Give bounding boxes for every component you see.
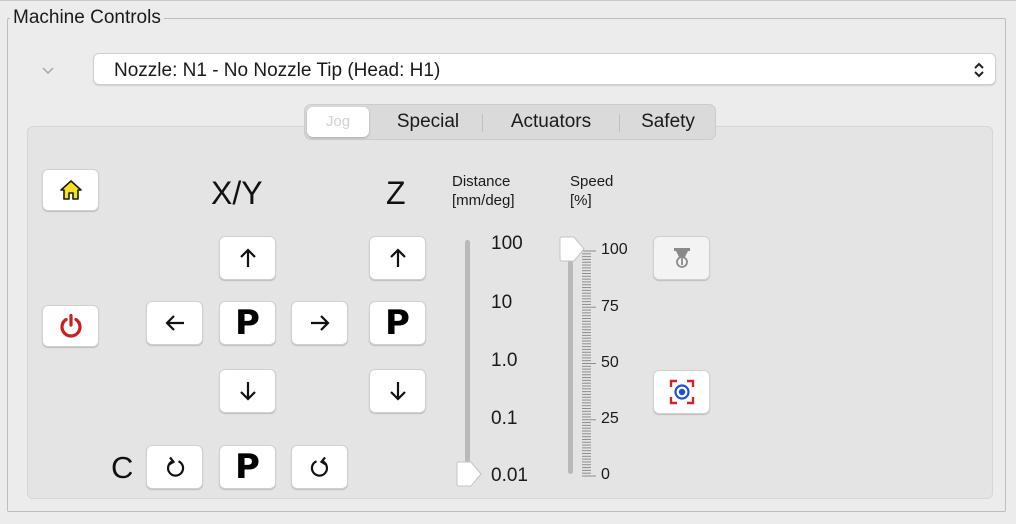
speed-tick-0: 0 xyxy=(601,466,610,483)
distance-label: Distance xyxy=(452,173,511,190)
distance-value-100: 100 xyxy=(491,233,523,254)
xy-label: X/Y xyxy=(211,175,263,211)
z-label: Z xyxy=(386,175,406,211)
select-arrows-icon xyxy=(973,60,985,80)
speed-slider-thumb[interactable] xyxy=(558,236,586,267)
group-title: Machine Controls xyxy=(13,7,161,28)
jog-y-plus-button[interactable] xyxy=(219,236,276,280)
chevron-down-icon[interactable] xyxy=(38,64,58,78)
distance-slider-track[interactable] xyxy=(465,240,470,474)
jog-x-minus-button[interactable] xyxy=(146,301,203,345)
power-icon xyxy=(58,313,84,339)
speed-ticks xyxy=(582,250,596,477)
home-button[interactable] xyxy=(42,169,99,211)
speed-label: Speed xyxy=(570,173,614,190)
camera-target-icon xyxy=(669,379,695,405)
jog-y-minus-button[interactable] xyxy=(219,369,276,413)
rotate-cw-icon xyxy=(309,456,331,478)
rotate-cw-button[interactable] xyxy=(291,445,348,489)
speed-unit: [%] xyxy=(570,192,592,209)
distance-slider-thumb[interactable] xyxy=(455,461,483,492)
speed-tick-75: 75 xyxy=(601,298,619,315)
park-c-button[interactable]: P xyxy=(219,445,276,489)
distance-value-0-01: 0.01 xyxy=(491,465,528,486)
tab-separator xyxy=(482,114,483,132)
speed-tick-100: 100 xyxy=(601,241,628,258)
rotate-ccw-button[interactable] xyxy=(146,445,203,489)
park-xy-button[interactable]: P xyxy=(219,301,276,345)
tab-jog[interactable]: Jog xyxy=(307,107,369,137)
tab-safety[interactable]: Safety xyxy=(623,105,713,139)
arrow-left-icon xyxy=(164,313,186,333)
power-button[interactable] xyxy=(42,305,99,347)
distance-value-0-1: 0.1 xyxy=(491,408,518,429)
arrow-down-icon xyxy=(388,380,408,402)
speed-tick-25: 25 xyxy=(601,410,619,427)
nozzle-select-value: Nozzle: N1 - No Nozzle Tip (Head: H1) xyxy=(114,60,441,81)
speed-slider-track[interactable] xyxy=(568,244,573,474)
nozzle-select[interactable]: Nozzle: N1 - No Nozzle Tip (Head: H1) xyxy=(93,53,996,85)
speed-tick-50: 50 xyxy=(601,354,619,371)
park-z-button[interactable]: P xyxy=(369,301,426,345)
rotate-ccw-icon xyxy=(164,456,186,478)
distance-value-10: 10 xyxy=(491,292,513,313)
top-divider xyxy=(0,0,1016,1)
arrow-up-icon xyxy=(238,247,258,269)
arrow-right-icon xyxy=(309,313,331,333)
tab-separator xyxy=(619,114,620,132)
jog-z-minus-button[interactable] xyxy=(369,369,426,413)
nozzle-icon xyxy=(671,246,693,270)
nozzle-action-button[interactable] xyxy=(653,236,710,280)
tab-special[interactable]: Special xyxy=(375,105,481,139)
distance-value-1: 1.0 xyxy=(491,350,518,371)
arrow-up-icon xyxy=(388,247,408,269)
home-icon xyxy=(59,179,83,201)
jog-x-plus-button[interactable] xyxy=(291,301,348,345)
tab-actuators[interactable]: Actuators xyxy=(485,105,617,139)
camera-target-button[interactable] xyxy=(653,370,710,414)
jog-z-plus-button[interactable] xyxy=(369,236,426,280)
arrow-down-icon xyxy=(238,380,258,402)
c-label: C xyxy=(111,450,134,485)
tab-bar: Jog Special Actuators Safety xyxy=(304,104,716,140)
distance-unit: [mm/deg] xyxy=(452,192,515,209)
